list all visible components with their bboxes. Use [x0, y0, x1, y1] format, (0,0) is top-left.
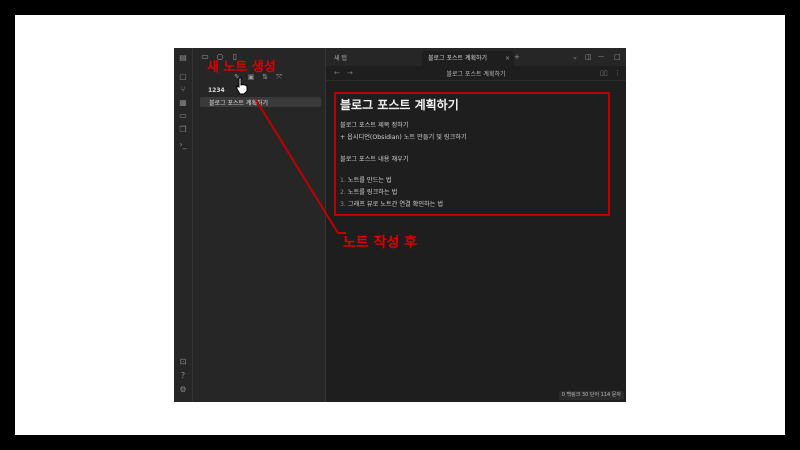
tab-active[interactable]: 블로그 포스트 계획하기 × — [422, 51, 514, 66]
terminal-icon[interactable]: ›_ — [178, 140, 188, 150]
vault-switch-icon[interactable]: ⊡ — [178, 357, 188, 367]
status-bar: 0 백링크 30 단어 114 문자 — [558, 391, 624, 400]
highlight-box — [334, 92, 610, 216]
chevron-down-icon[interactable]: ⌄ — [572, 51, 578, 63]
blocks-icon[interactable]: ▦ — [178, 98, 188, 108]
after-writing-annotation: 노트 작성 후 — [343, 235, 418, 251]
tab-bar: 새 탭 블로그 포스트 계획하기 × + ⌄ ◫ — □ × — [326, 48, 626, 66]
add-tab-icon[interactable]: + — [514, 51, 520, 63]
hand-cursor-icon — [236, 77, 248, 95]
minimize-icon[interactable]: — — [598, 51, 604, 63]
calendar-icon[interactable]: ▭ — [178, 111, 188, 121]
close-tab-icon[interactable]: × — [505, 51, 510, 66]
view-header: ← → 블로그 포스트 계획하기 ▯▯ ⋮ — [326, 66, 626, 81]
help-icon[interactable]: ? — [178, 371, 188, 381]
new-note-annotation: 새 노트 생성 — [207, 60, 276, 75]
file-icon[interactable]: ▢ — [178, 72, 188, 82]
file-item[interactable]: 블로그 포스트 계획하기 — [200, 97, 321, 107]
copy-icon[interactable]: ❐ — [178, 125, 188, 135]
left-ribbon: ▤ ▢ ⑂ ▦ ▭ ❐ ›_ ⊡ ? ⚙ — [174, 48, 193, 402]
note-title-header[interactable]: 블로그 포스트 계획하기 — [326, 69, 626, 78]
sidebar-toggle-icon[interactable]: ▤ — [178, 53, 188, 63]
settings-icon[interactable]: ⚙ — [178, 385, 188, 395]
file-explorer: ▭ ○ ▯ ✎ ▣ ⇅ ⤧ 1234 블로그 포스트 계획하기 — [193, 48, 326, 402]
file-item-label: 블로그 포스트 계획하기 — [209, 100, 269, 107]
more-options-icon[interactable]: ⋮ — [614, 68, 621, 78]
vault-name[interactable]: 1234 — [208, 87, 225, 94]
split-view-icon[interactable]: ◫ — [585, 51, 592, 63]
maximize-icon[interactable]: □ — [614, 51, 621, 63]
tab-new[interactable]: 새 탭 — [334, 51, 347, 66]
reading-view-icon[interactable]: ▯▯ — [600, 68, 608, 78]
tab-active-label: 블로그 포스트 계획하기 — [428, 55, 488, 62]
graph-icon[interactable]: ⑂ — [178, 85, 188, 95]
